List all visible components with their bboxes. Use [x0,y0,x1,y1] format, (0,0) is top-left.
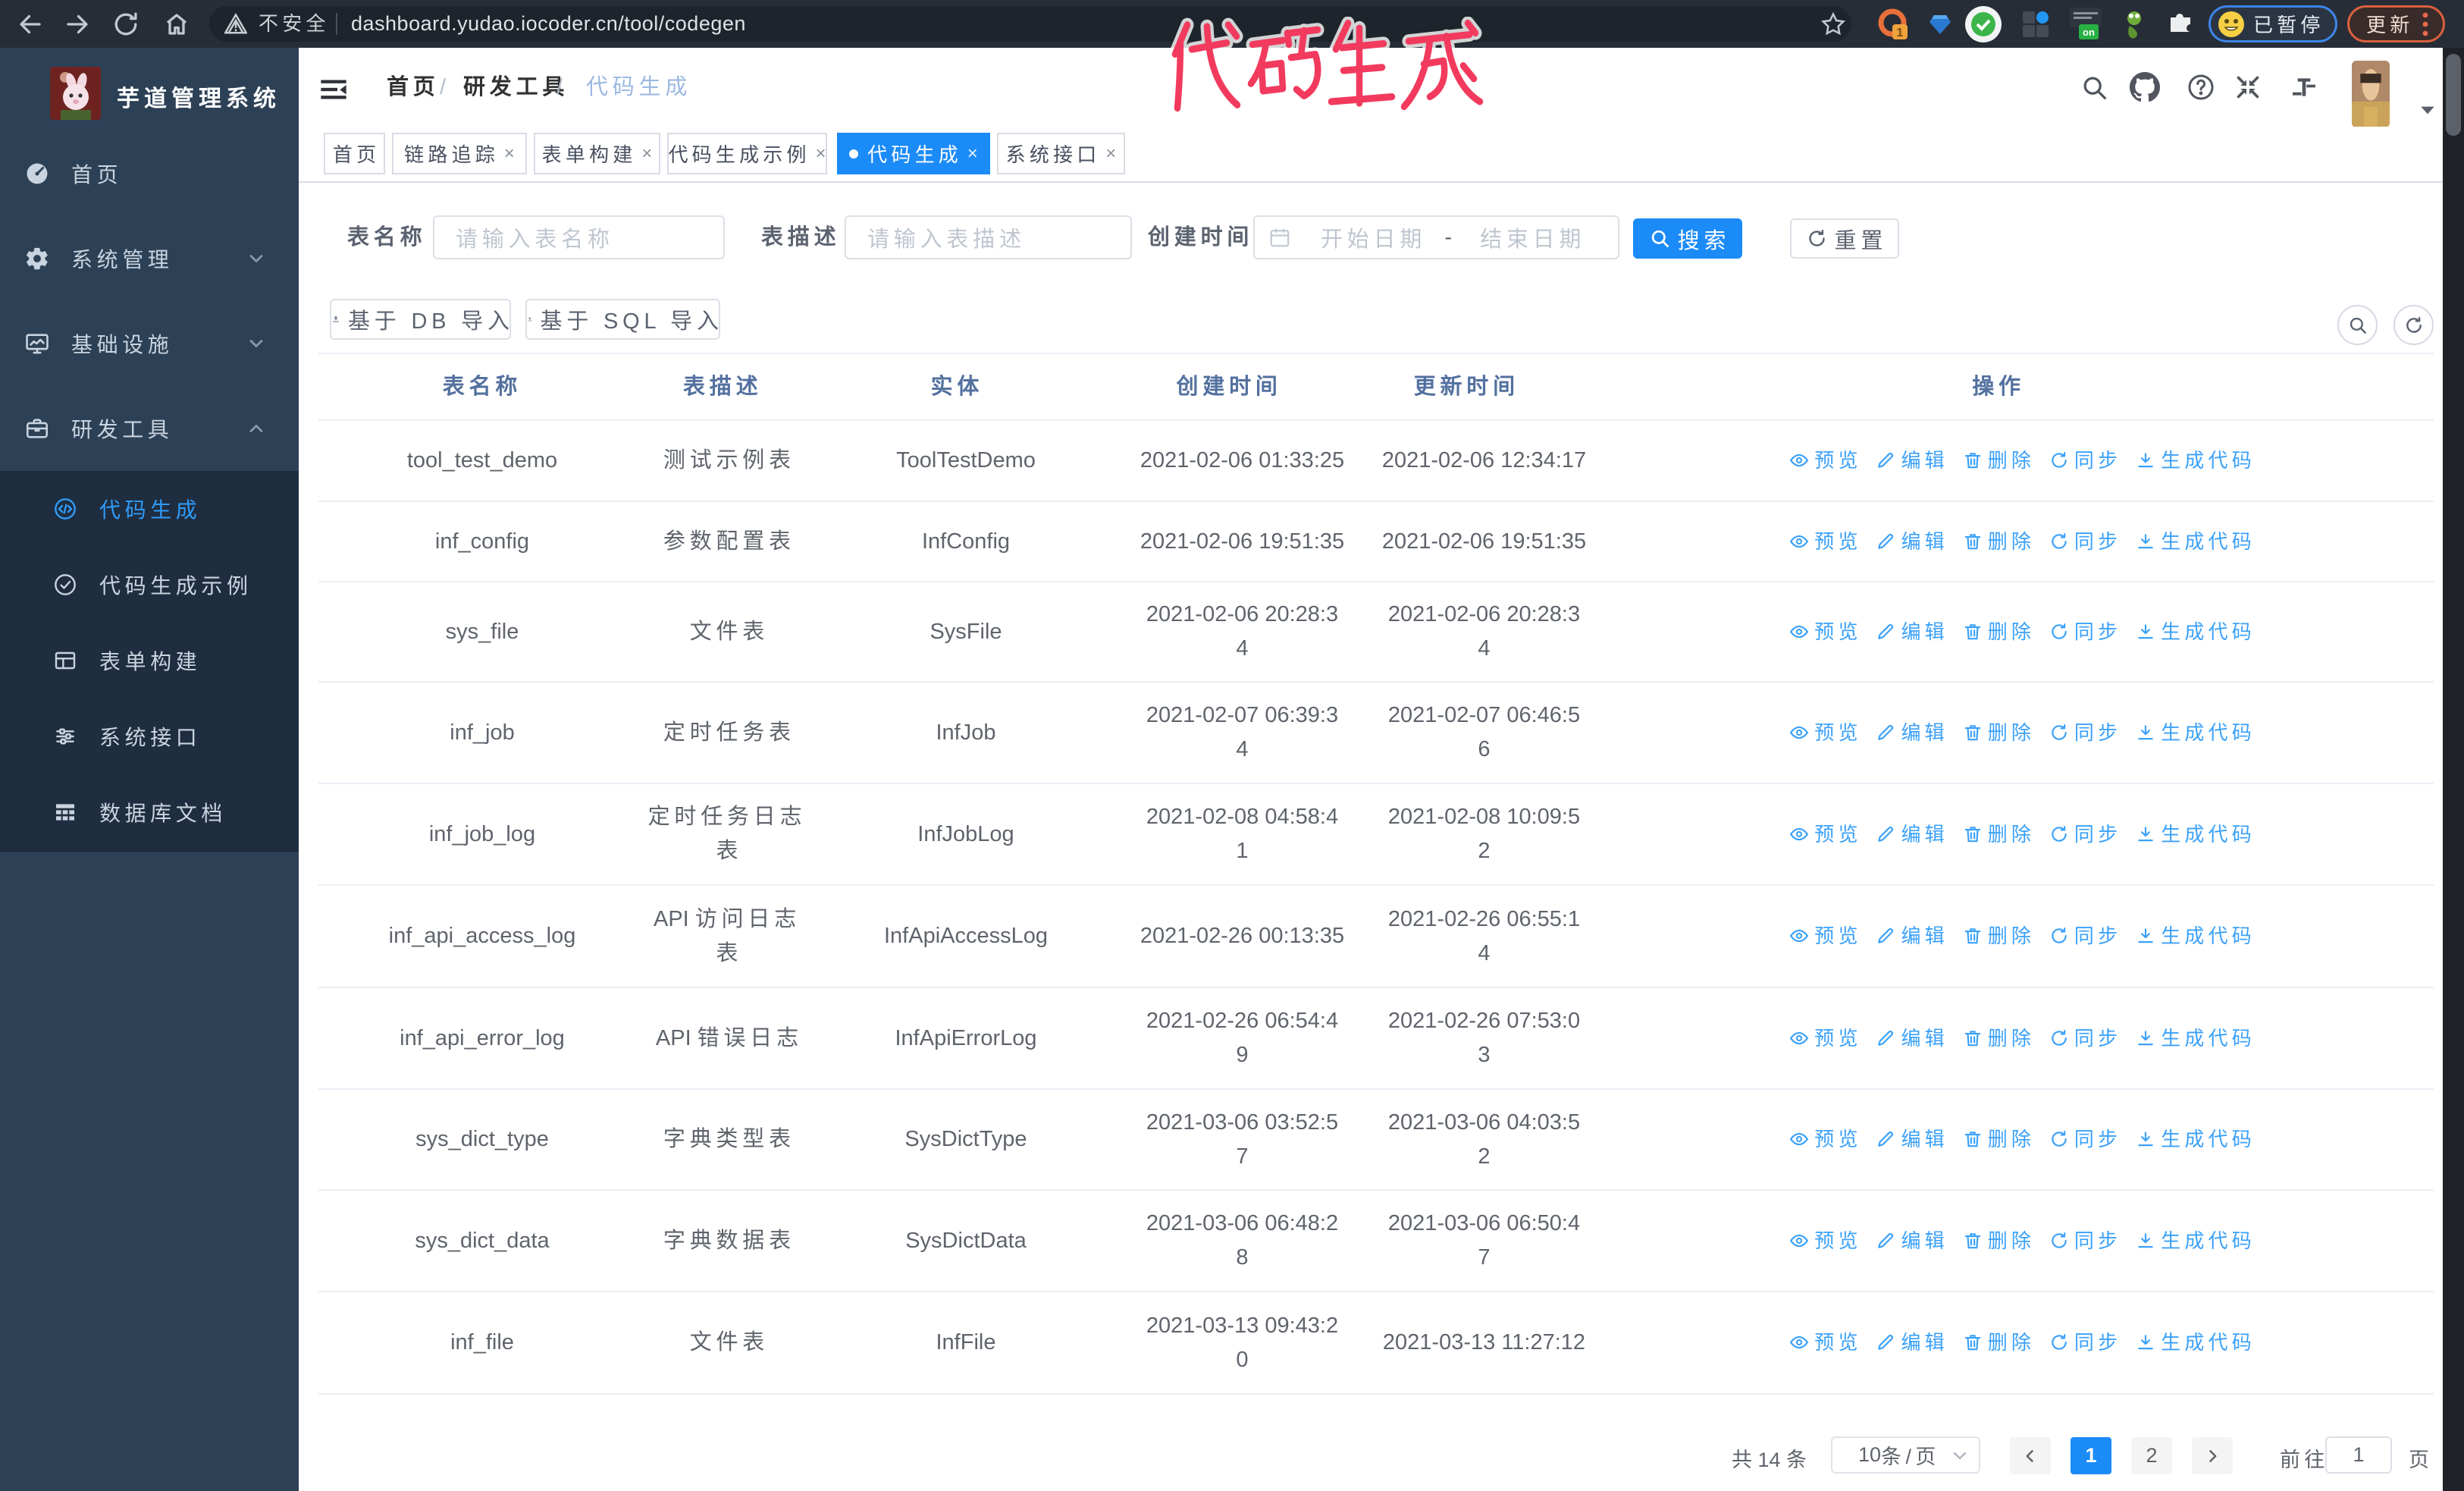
svg-text:1: 1 [1897,27,1904,39]
svg-text:on: on [2083,27,2095,38]
